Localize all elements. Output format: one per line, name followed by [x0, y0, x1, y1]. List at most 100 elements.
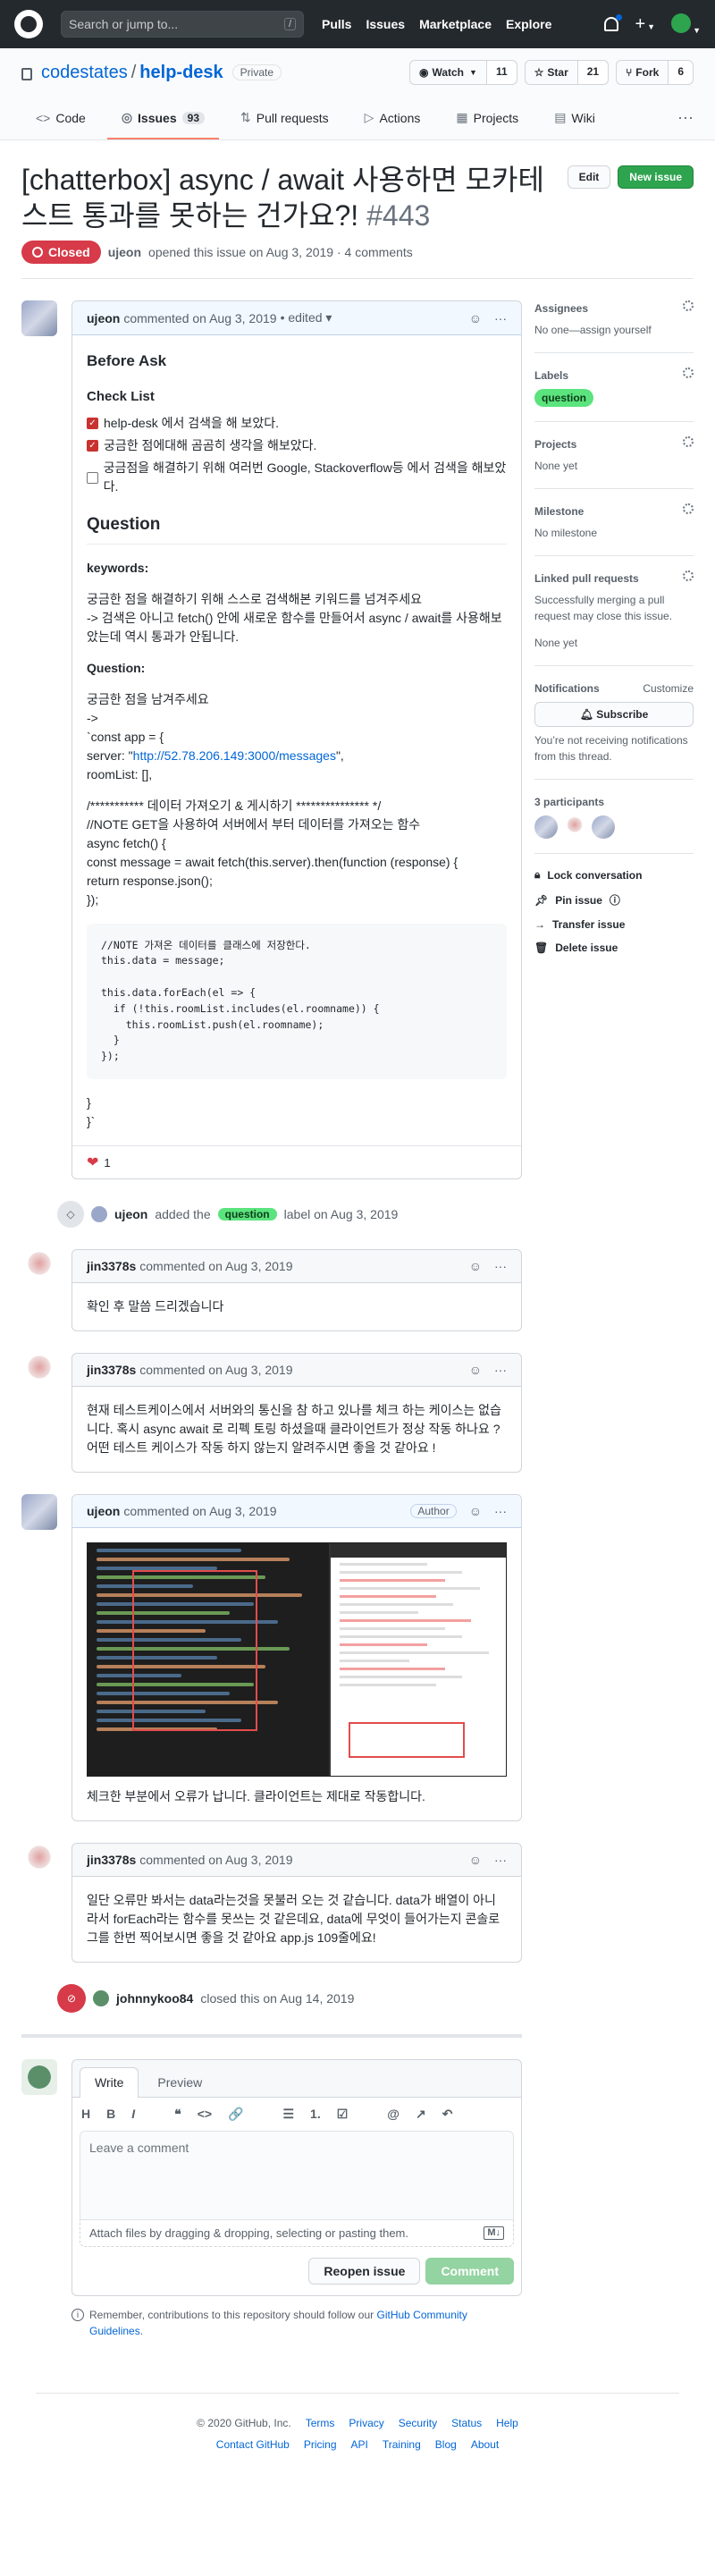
reopen-issue-button[interactable]: Reopen issue — [308, 2258, 421, 2285]
comment-timestamp[interactable]: commented on Aug 3, 2019 — [139, 1363, 292, 1377]
tab-issues[interactable]: ◎ Issues 93 — [106, 110, 219, 139]
new-issue-button[interactable]: New issue — [618, 165, 694, 189]
nav-pulls[interactable]: Pulls — [322, 17, 351, 31]
comment-author[interactable]: ujeon — [87, 311, 120, 325]
user-menu[interactable]: ▼ — [671, 13, 701, 36]
gear-icon[interactable] — [683, 367, 694, 378]
smiley-icon[interactable]: ☺ — [469, 1504, 482, 1518]
smiley-icon[interactable]: ☺ — [469, 1259, 482, 1273]
subscribe-button[interactable]: 🔔︎ Subscribe — [534, 702, 694, 727]
nav-marketplace[interactable]: Marketplace — [419, 17, 492, 31]
kebab-menu-icon[interactable]: ··· — [494, 1853, 507, 1867]
footer-link-blog[interactable]: Blog — [435, 2438, 457, 2451]
avatar[interactable] — [21, 1843, 57, 1879]
gear-icon[interactable] — [683, 570, 694, 581]
mention-icon[interactable]: @ — [387, 2107, 400, 2122]
watch-button[interactable]: ◉ Watch ▼ — [410, 61, 487, 84]
pin-issue-button[interactable]: 📌︎ Pin issue ⓘ — [534, 892, 694, 908]
kebab-menu-icon[interactable]: ··· — [494, 1363, 507, 1377]
heading-icon[interactable]: H — [81, 2107, 90, 2122]
footer-link-help[interactable]: Help — [496, 2417, 518, 2429]
footer-link-api[interactable]: API — [351, 2438, 368, 2451]
checkbox-unchecked[interactable] — [87, 471, 98, 484]
link-icon[interactable]: 🔗 — [228, 2107, 243, 2122]
nav-explore[interactable]: Explore — [506, 17, 551, 31]
lock-conversation-button[interactable]: 🔒︎ Lock conversation — [534, 868, 694, 882]
quote-icon[interactable]: ❝ — [174, 2107, 181, 2122]
gear-icon[interactable] — [683, 503, 694, 514]
github-logo-icon[interactable] — [14, 10, 43, 38]
avatar[interactable] — [21, 1249, 57, 1285]
event-text[interactable]: closed this on Aug 14, 2019 — [200, 1991, 354, 2006]
ordered-list-icon[interactable]: 1. — [310, 2107, 321, 2122]
gear-icon[interactable] — [683, 300, 694, 311]
star-button[interactable]: ☆ Star — [526, 61, 578, 84]
participant-avatar[interactable] — [534, 815, 558, 839]
watch-count[interactable]: 11 — [486, 61, 517, 84]
kebab-menu-icon[interactable]: ··· — [494, 1504, 507, 1518]
avatar[interactable] — [21, 1494, 57, 1530]
footer-link-terms[interactable]: Terms — [306, 2417, 335, 2429]
delete-issue-button[interactable]: 🗑︎ Delete issue — [534, 942, 694, 954]
gear-icon[interactable] — [683, 436, 694, 447]
comment-button[interactable]: Comment — [425, 2258, 514, 2285]
comment-author[interactable]: jin3378s — [87, 1363, 136, 1377]
reply-icon[interactable]: ↶ — [442, 2107, 453, 2122]
search-input[interactable]: Search or jump to... / — [61, 11, 304, 38]
question-label-badge[interactable]: question — [534, 389, 593, 407]
star-count[interactable]: 21 — [577, 61, 609, 84]
server-url-link[interactable]: http://52.78.206.149:3000/messages — [133, 748, 336, 763]
footer-link-pricing[interactable]: Pricing — [304, 2438, 337, 2451]
task-list-icon[interactable]: ☑ — [337, 2107, 349, 2122]
comment-author[interactable]: ujeon — [87, 1504, 120, 1518]
avatar[interactable] — [91, 1206, 107, 1222]
unordered-list-icon[interactable]: ☰ — [282, 2107, 294, 2122]
assignees-value[interactable]: No one—assign yourself — [534, 324, 652, 336]
comment-author[interactable]: jin3378s — [87, 1853, 136, 1867]
participant-avatar[interactable] — [563, 815, 586, 839]
checkbox-checked[interactable]: ✓ — [87, 440, 98, 452]
kebab-menu-icon[interactable]: ··· — [494, 1259, 507, 1273]
heart-reaction[interactable]: ❤ 1 — [87, 1153, 111, 1171]
checkbox-checked[interactable]: ✓ — [87, 418, 98, 429]
create-new-menu[interactable]: + ▼ — [635, 14, 655, 35]
smiley-icon[interactable]: ☺ — [469, 1853, 482, 1867]
fork-button[interactable]: ⑂ Fork — [617, 61, 669, 84]
attach-files-area[interactable]: Attach files by dragging & dropping, sel… — [80, 2220, 514, 2247]
participant-avatar[interactable] — [592, 815, 615, 839]
tab-projects[interactable]: ▦ Projects — [442, 110, 533, 139]
tab-code[interactable]: <> Code — [21, 111, 100, 139]
smiley-icon[interactable]: ☺ — [469, 1363, 482, 1377]
comment-timestamp[interactable]: commented on Aug 3, 2019 — [139, 1259, 292, 1273]
tab-pull-requests[interactable]: ⇅ Pull requests — [226, 110, 343, 139]
notifications-bell-icon[interactable] — [604, 14, 623, 31]
bold-icon[interactable]: B — [106, 2107, 115, 2122]
footer-link-contact[interactable]: Contact GitHub — [216, 2438, 290, 2451]
footer-link-status[interactable]: Status — [451, 2417, 482, 2429]
avatar[interactable] — [21, 2059, 57, 2095]
attached-screenshot-image[interactable] — [87, 1542, 507, 1777]
footer-link-training[interactable]: Training — [383, 2438, 421, 2451]
fork-count[interactable]: 6 — [669, 61, 693, 84]
smiley-icon[interactable]: ☺ — [469, 311, 482, 325]
issue-author[interactable]: ujeon — [108, 245, 141, 259]
nav-issues[interactable]: Issues — [366, 17, 405, 31]
edit-title-button[interactable]: Edit — [567, 165, 611, 189]
footer-link-security[interactable]: Security — [399, 2417, 437, 2429]
tab-wiki[interactable]: ▤ Wiki — [540, 110, 610, 139]
event-user[interactable]: ujeon — [114, 1207, 147, 1221]
edited-dropdown[interactable]: • edited ▾ — [281, 310, 332, 325]
code-icon[interactable]: <> — [198, 2107, 212, 2122]
transfer-issue-button[interactable]: → Transfer issue — [534, 918, 694, 931]
avatar[interactable] — [21, 1353, 57, 1389]
comment-author[interactable]: jin3378s — [87, 1259, 136, 1273]
more-tabs-icon[interactable]: ··· — [677, 108, 694, 139]
italic-icon[interactable]: I — [131, 2107, 135, 2122]
repo-owner-link[interactable]: codestates — [41, 63, 128, 83]
footer-link-privacy[interactable]: Privacy — [349, 2417, 383, 2429]
comment-timestamp[interactable]: commented on Aug 3, 2019 — [123, 311, 276, 325]
markdown-icon[interactable]: M↓ — [484, 2226, 504, 2240]
tab-actions[interactable]: ▷ Actions — [350, 110, 435, 139]
comment-timestamp[interactable]: commented on Aug 3, 2019 — [139, 1853, 292, 1867]
customize-link[interactable]: Customize — [643, 680, 694, 697]
